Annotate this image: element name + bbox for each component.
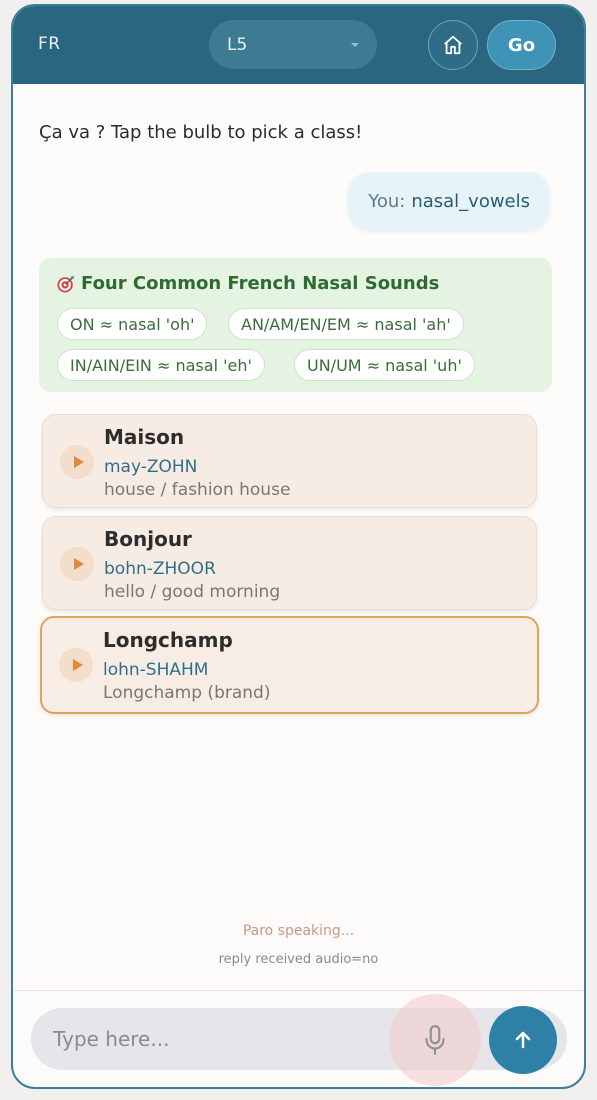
play-icon[interactable]: [59, 648, 93, 682]
home-button[interactable]: [428, 20, 478, 70]
level-select[interactable]: L5: [209, 20, 377, 69]
target-icon: [57, 275, 75, 293]
word-meaning: Longchamp (brand): [103, 683, 271, 703]
word-pronunciation: bohn-ZHOOR: [104, 559, 216, 579]
word-meaning: hello / good morning: [104, 582, 281, 602]
speaking-status: Paro speaking...: [242, 923, 355, 939]
composer-divider: [13, 990, 584, 991]
user-prefix: You:: [368, 190, 406, 212]
word-card-maison[interactable]: Maison may-ZOHN house / fashion house: [42, 414, 537, 508]
composer-bar: [31, 1008, 567, 1070]
nasal-card-title: Four Common French Nasal Sounds: [57, 273, 439, 294]
bot-greeting-message: Ça va ? Tap the bulb to pick a class!: [39, 122, 362, 143]
user-message-bubble: You: nasal_vowels: [348, 172, 550, 230]
sound-chip-un: UN/UM ≈ nasal 'uh': [294, 349, 475, 381]
sound-chip-in: IN/AIN/EIN ≈ nasal 'eh': [57, 349, 265, 381]
play-icon[interactable]: [60, 445, 94, 479]
word-title: Longchamp: [103, 628, 233, 652]
word-card-bonjour[interactable]: Bonjour bohn-ZHOOR hello / good morning: [42, 516, 537, 610]
sound-chip-on: ON ≈ nasal 'oh': [57, 308, 208, 340]
debug-status: reply received audio=no: [218, 952, 379, 967]
nasal-sounds-card: Four Common French Nasal Sounds ON ≈ nas…: [39, 258, 552, 392]
go-button[interactable]: Go: [487, 20, 556, 70]
language-label: FR: [38, 34, 61, 54]
microphone-icon: [425, 1025, 445, 1055]
user-message-value: nasal_vowels: [411, 190, 530, 212]
greeting-text: Ça va ? Tap the bulb to pick a class!: [39, 122, 363, 143]
mic-button[interactable]: [389, 994, 481, 1086]
nasal-card-title-text: Four Common French Nasal Sounds: [81, 273, 440, 294]
word-pronunciation: lohn-SHAHM: [103, 660, 209, 680]
word-title: Maison: [104, 425, 185, 449]
top-bar: FR L5 Go: [13, 6, 584, 84]
level-value: L5: [227, 35, 248, 55]
word-pronunciation: may-ZOHN: [104, 457, 198, 477]
home-icon: [444, 35, 462, 55]
word-card-longchamp[interactable]: Longchamp lohn-SHAHM Longchamp (brand): [40, 616, 539, 714]
word-title: Bonjour: [104, 527, 192, 551]
sound-chip-an: AN/AM/EN/EM ≈ nasal 'ah': [228, 308, 464, 340]
word-meaning: house / fashion house: [104, 480, 291, 500]
send-button[interactable]: [489, 1006, 557, 1074]
play-icon[interactable]: [60, 547, 94, 581]
message-input[interactable]: [53, 1022, 373, 1056]
arrow-up-icon: [515, 1031, 531, 1049]
chevron-down-icon: [351, 43, 359, 47]
app-frame: FR L5 Go Ça va ? Tap the bulb to pick a …: [11, 4, 586, 1089]
